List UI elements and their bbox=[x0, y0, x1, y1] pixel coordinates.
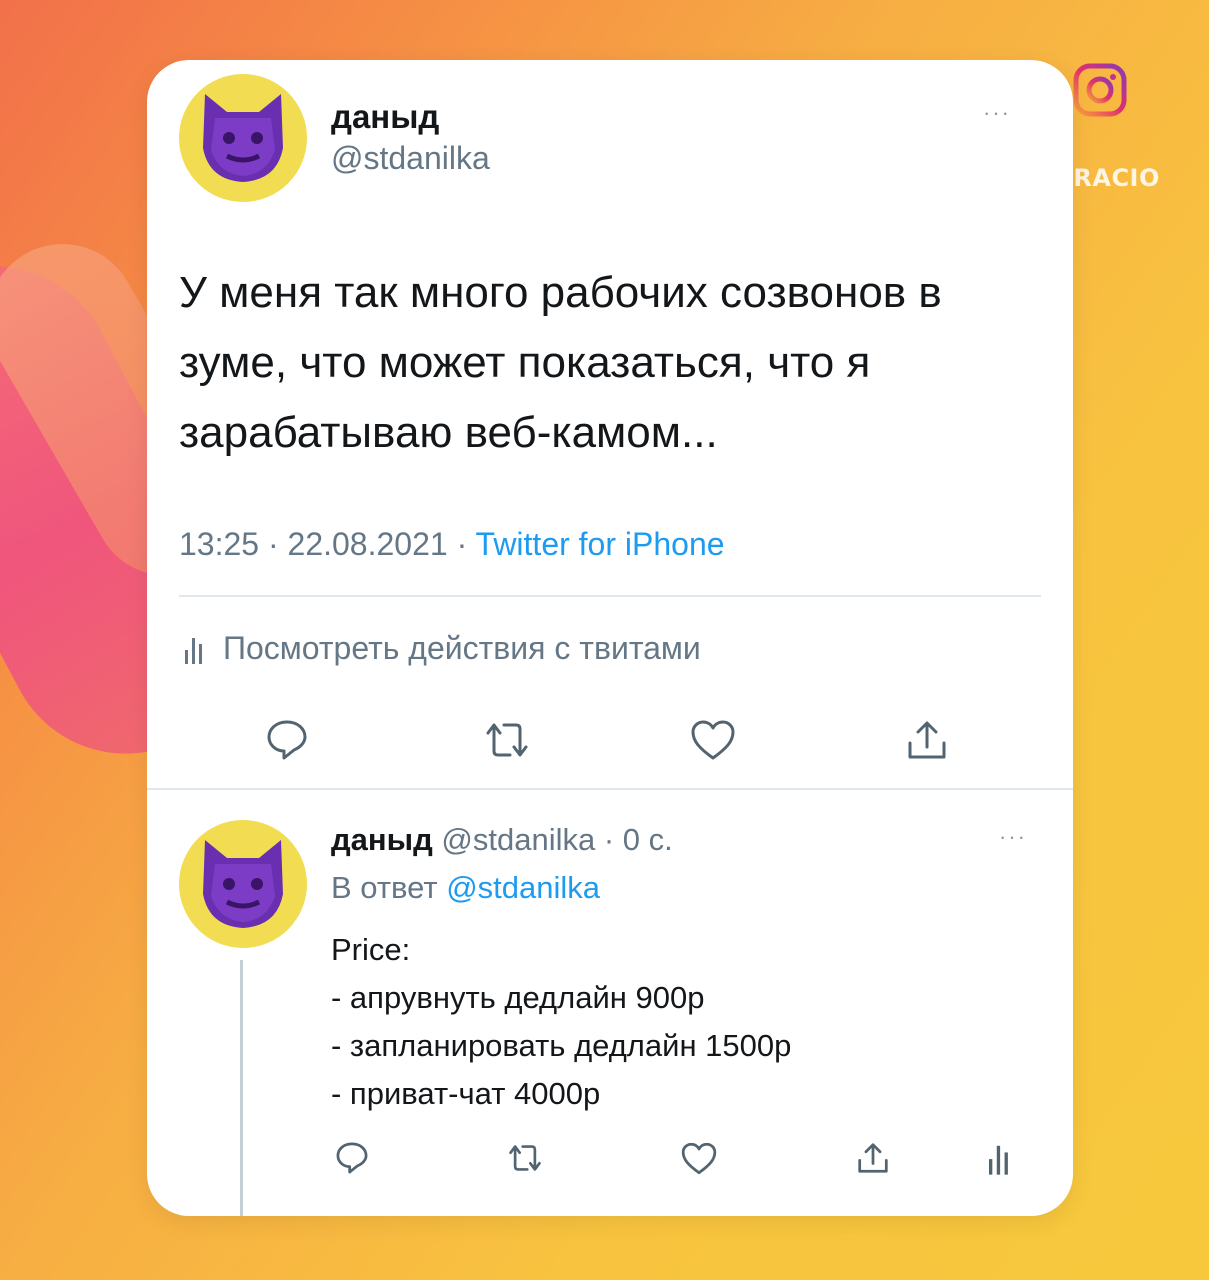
reply-display-name[interactable]: даныд bbox=[331, 822, 433, 857]
reply-line: - запланировать дедлайн 1500р bbox=[331, 1028, 792, 1063]
more-options-icon[interactable]: ··· bbox=[983, 100, 1011, 126]
tweet-separator bbox=[147, 788, 1073, 790]
retweet-icon bbox=[509, 1145, 541, 1171]
tweet-timestamp[interactable]: 13:25 · 22.08.2021 · bbox=[179, 526, 467, 562]
tweet-analytics-link[interactable]: Посмотреть действия с твитами bbox=[185, 630, 701, 667]
reply-line: Price: bbox=[331, 932, 411, 967]
replying-to: В ответ @stdanilka bbox=[331, 870, 600, 906]
display-name[interactable]: даныд bbox=[331, 98, 439, 136]
divider bbox=[179, 595, 1041, 597]
analytics-icon bbox=[185, 637, 202, 664]
replying-to-prefix: В ответ bbox=[331, 870, 438, 905]
tweet-source[interactable]: Twitter for iPhone bbox=[476, 526, 725, 562]
instagram-icon bbox=[1073, 63, 1127, 117]
reply-analytics-button[interactable] bbox=[977, 1136, 1021, 1180]
retweet-button[interactable] bbox=[479, 712, 535, 768]
reply-share-button[interactable] bbox=[851, 1136, 895, 1180]
like-icon bbox=[681, 1142, 717, 1174]
reply-like-button[interactable] bbox=[677, 1136, 721, 1180]
reply-handle-time[interactable]: @stdanilka · 0 с. bbox=[441, 822, 672, 857]
avatar-image bbox=[203, 94, 283, 182]
analytics-icon bbox=[989, 1145, 1008, 1175]
tweet-card: даныд @stdanilka ··· У меня так много ра… bbox=[147, 60, 1073, 1216]
reply-header: даныд @stdanilka · 0 с. bbox=[331, 822, 673, 858]
reply-more-options-icon[interactable]: ··· bbox=[999, 824, 1027, 850]
avatar-image bbox=[203, 840, 283, 928]
tweet-meta: 13:25 · 22.08.2021 · Twitter for iPhone bbox=[179, 526, 725, 563]
reply-retweet-button[interactable] bbox=[503, 1136, 547, 1180]
reply-line: - апрувнуть дедлайн 900р bbox=[331, 980, 705, 1015]
handle[interactable]: @stdanilka bbox=[331, 140, 490, 177]
share-icon bbox=[908, 721, 946, 759]
reply-avatar[interactable] bbox=[179, 820, 307, 948]
share-button[interactable] bbox=[899, 712, 955, 768]
thread-line bbox=[240, 960, 243, 1216]
tweet-text: У меня так много рабочих созвонов в зуме… bbox=[179, 268, 942, 457]
retweet-icon bbox=[486, 723, 528, 757]
replying-to-handle[interactable]: @stdanilka bbox=[446, 870, 600, 905]
like-icon bbox=[691, 720, 735, 760]
share-icon bbox=[858, 1143, 888, 1173]
avatar[interactable] bbox=[179, 74, 307, 202]
reply-reply-button[interactable] bbox=[330, 1136, 374, 1180]
reply-icon bbox=[267, 720, 307, 760]
analytics-label: Посмотреть действия с твитами bbox=[223, 630, 701, 666]
like-button[interactable] bbox=[685, 712, 741, 768]
reply-button[interactable] bbox=[259, 712, 315, 768]
reply-icon bbox=[336, 1142, 368, 1174]
reply-line: - приват-чат 4000р bbox=[331, 1076, 601, 1111]
